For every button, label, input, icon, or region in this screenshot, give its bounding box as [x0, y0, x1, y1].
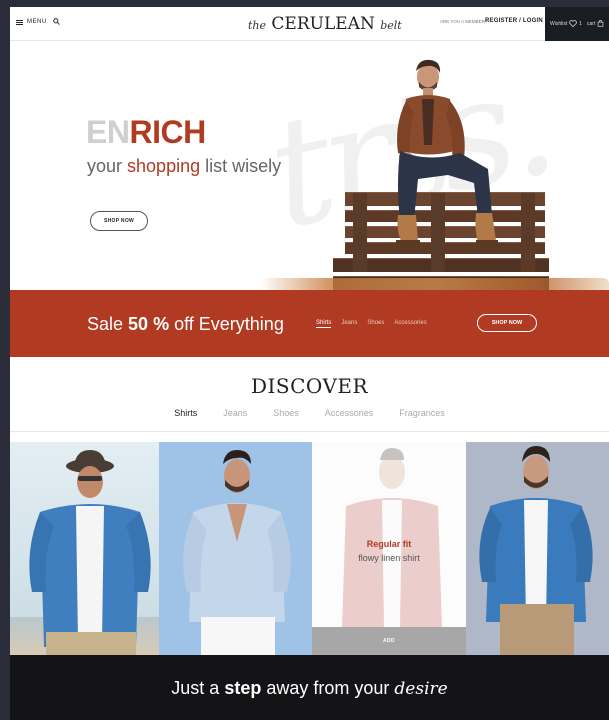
account-prompt: ARE YOU A MEMBER?	[440, 19, 488, 24]
cart-label: cart	[587, 20, 596, 27]
product-image	[183, 450, 291, 655]
product-hover-overlay	[312, 442, 466, 627]
hero-headline-bold: RICH	[129, 114, 206, 150]
footer-mid: away from your	[266, 678, 390, 698]
site-logo[interactable]: the CERULEAN belt	[248, 14, 402, 34]
product-card[interactable]	[10, 442, 159, 655]
promo-band: Sale 50 % off Everything Shirts Jeans Sh…	[10, 290, 609, 357]
footer-script: desire	[394, 679, 448, 699]
product-card[interactable]	[159, 442, 312, 655]
footer-banner: Just a step away from your desire	[10, 655, 609, 720]
logo-prefix: the	[248, 19, 267, 32]
hero-banner: trts.	[10, 42, 609, 290]
tagline-post: list wisely	[205, 156, 282, 176]
promo-tab-accessories[interactable]: Accessories	[394, 320, 426, 328]
bag-icon	[598, 20, 604, 27]
hero-tagline: your shopping list wisely	[87, 156, 281, 177]
user-actions: Wishlist 1 cart	[545, 7, 609, 41]
discover-divider	[10, 431, 609, 432]
discover-tabs: Shirts Jeans Shoes Accessories Fragrance…	[10, 408, 609, 418]
product-image	[479, 446, 593, 655]
wishlist-label: Wishlist	[550, 20, 568, 27]
product-subtitle: flowy linen shirt	[358, 553, 420, 563]
add-to-cart-button[interactable]: ADD	[312, 627, 466, 655]
logo-name: CERULEAN	[271, 14, 375, 34]
site-header: MENU the CERULEAN belt ARE YOU A MEMBER?…	[10, 7, 609, 41]
model-image	[396, 59, 498, 245]
discover-tab-jeans[interactable]: Jeans	[223, 408, 247, 418]
page: MENU the CERULEAN belt ARE YOU A MEMBER?…	[10, 7, 609, 720]
tagline-emphasis: shopping	[127, 156, 201, 176]
footer-pre: Just a	[171, 678, 220, 698]
cart-link[interactable]: cart	[587, 20, 604, 27]
register-login-link[interactable]: REGISTER / LOGIN	[485, 18, 543, 24]
promo-tab-jeans[interactable]: Jeans	[341, 320, 357, 328]
product-card-featured[interactable]: Regular fit flowy linen shirt ADD	[312, 442, 466, 655]
sale-pre: Sale	[87, 314, 124, 334]
discover-tab-shirts[interactable]: Shirts	[174, 408, 197, 418]
menu-label: MENU	[27, 19, 47, 25]
promo-tabs: Shirts Jeans Shoes Accessories	[316, 320, 427, 328]
sale-text: Sale 50 % off Everything	[87, 314, 284, 335]
hero-headline-light: EN	[86, 114, 130, 150]
footer-slogan: Just a step away from your desire	[10, 678, 609, 699]
wishlist-count: 1	[579, 20, 583, 27]
product-image	[29, 450, 151, 655]
promo-tab-shoes[interactable]: Shoes	[367, 320, 384, 328]
product-card[interactable]	[466, 442, 609, 655]
hero-headline: ENRICH	[86, 114, 206, 151]
sale-post: off Everything	[174, 314, 284, 334]
hamburger-icon	[16, 19, 23, 25]
discover-title: DISCOVER	[250, 374, 369, 398]
promo-tab-shirts[interactable]: Shirts	[316, 320, 332, 328]
autumn-leaves-decoration	[260, 278, 609, 290]
wishlist-link[interactable]: Wishlist 1	[550, 20, 582, 27]
discover-tab-accessories[interactable]: Accessories	[325, 408, 374, 418]
heart-icon	[569, 20, 578, 27]
product-title: Regular fit	[366, 539, 412, 549]
menu-button[interactable]: MENU	[16, 19, 47, 25]
tagline-pre: your	[87, 156, 123, 176]
discover-tab-shoes[interactable]: Shoes	[273, 408, 299, 418]
footer-bold: step	[224, 678, 262, 698]
search-icon[interactable]	[53, 18, 60, 25]
discover-tab-fragrances[interactable]: Fragrances	[399, 408, 445, 418]
hero-shop-now-button[interactable]: SHOP NOW	[90, 211, 148, 231]
sale-percent: 50 %	[128, 314, 170, 334]
logo-suffix: belt	[380, 19, 402, 32]
promo-shop-now-button[interactable]: SHOP NOW	[477, 314, 537, 332]
